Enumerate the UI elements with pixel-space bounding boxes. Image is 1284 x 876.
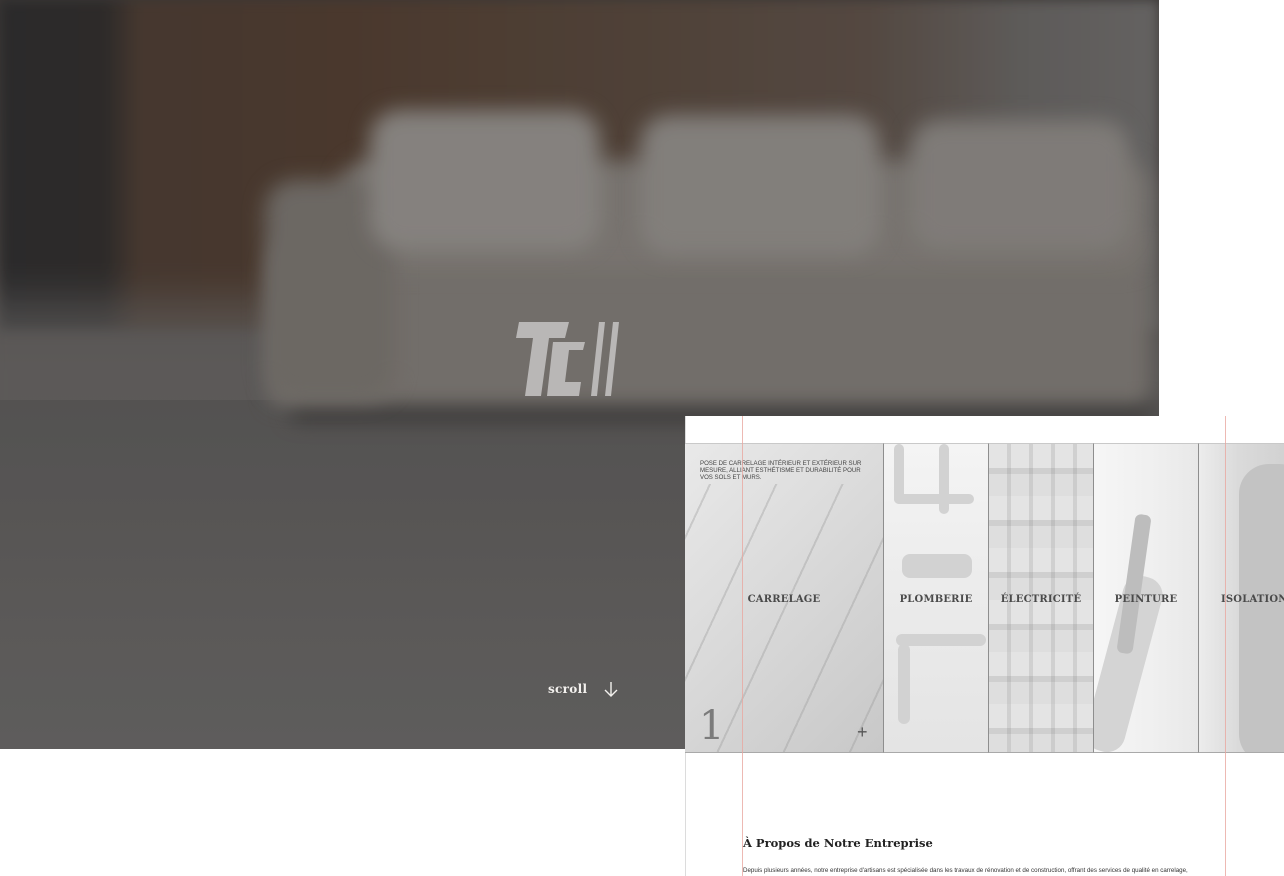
tc-logo-icon[interactable]: [513, 320, 633, 400]
about-text: Depuis plusieurs années, notre entrepris…: [743, 867, 1188, 874]
service-card-peinture[interactable]: PEINTURE: [1094, 443, 1199, 753]
about-title: À Propos de Notre Entreprise: [743, 836, 933, 850]
service-card-plomberie[interactable]: PLOMBERIE: [884, 443, 989, 753]
service-description: POSE DE CARRELAGE INTÉRIEUR ET EXTÉRIEUR…: [700, 460, 862, 481]
scroll-label: scroll: [548, 682, 588, 696]
service-card-carrelage[interactable]: POSE DE CARRELAGE INTÉRIEUR ET EXTÉRIEUR…: [685, 443, 884, 753]
guide-line-left: [742, 416, 743, 876]
plus-icon[interactable]: +: [857, 722, 868, 742]
service-label: ÉLECTRICITÉ: [1000, 594, 1082, 605]
service-label: PLOMBERIE: [899, 594, 973, 605]
guide-line-right: [1225, 416, 1226, 876]
arrow-down-icon: [604, 682, 618, 697]
services-panel: POSE DE CARRELAGE INTÉRIEUR ET EXTÉRIEUR…: [685, 416, 1284, 876]
service-card-isolation[interactable]: ISOLATION: [1199, 443, 1284, 753]
service-label: ISOLATION: [1221, 594, 1284, 605]
service-label: PEINTURE: [1114, 594, 1178, 605]
service-number: 1: [699, 703, 725, 749]
scroll-button[interactable]: scroll: [548, 680, 619, 698]
service-card-electricite[interactable]: ÉLECTRICITÉ: [989, 443, 1094, 753]
service-label: CARRELAGE: [747, 594, 821, 605]
